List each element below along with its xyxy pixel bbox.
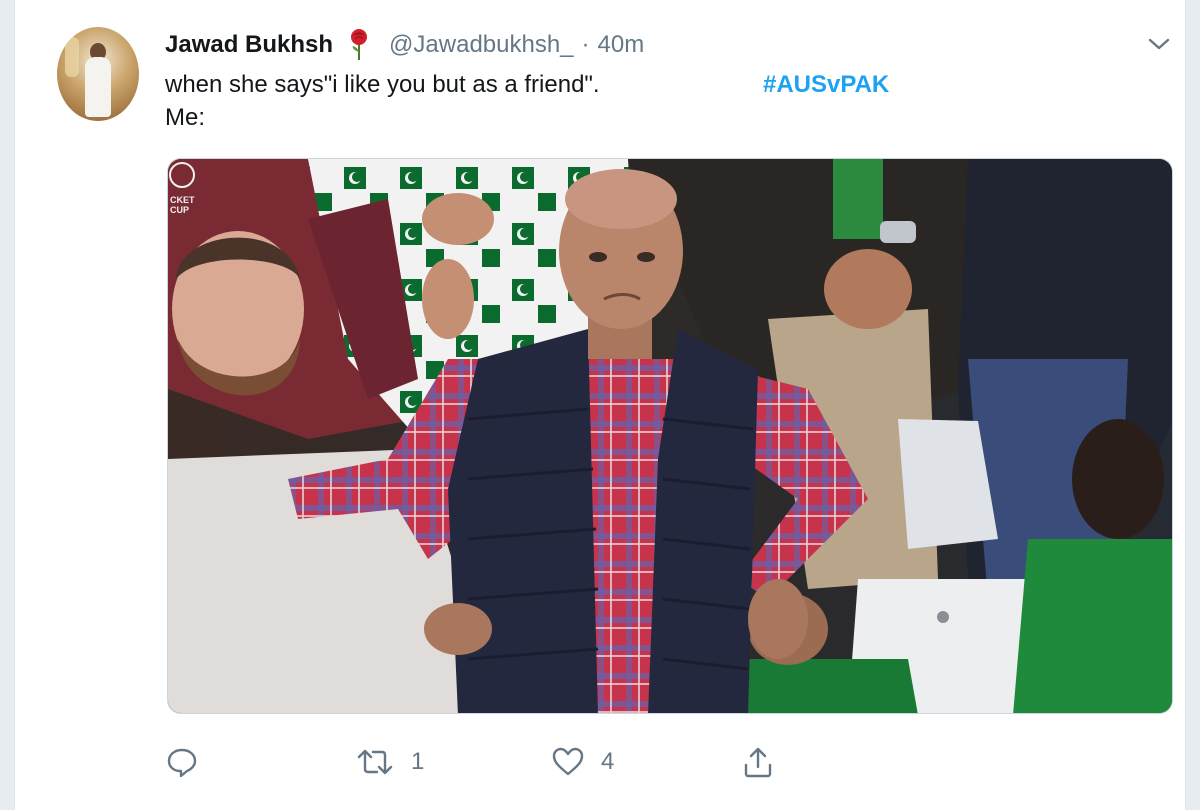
tweet-text-line-1: when she says"i like you but as a friend… [165,71,600,98]
like-button[interactable]: 4 [551,742,614,782]
tweet-timestamp[interactable]: 40m [598,31,645,59]
like-count: 4 [601,748,615,775]
share-button[interactable] [741,742,775,782]
retweet-count: 1 [411,748,425,775]
page-background: Jawad Bukhsh @Jawadbukhsh_ · 40m when sh… [0,0,1200,810]
reply-button[interactable] [165,742,215,782]
avatar-figure [85,57,111,117]
heart-icon [551,745,585,779]
tweet-card[interactable]: Jawad Bukhsh @Jawadbukhsh_ · 40m when sh… [14,0,1186,810]
reply-icon [165,745,199,779]
user-handle[interactable]: @Jawadbukhsh_ [389,31,573,59]
tweet-actions: 1 4 [165,742,805,782]
hashtag-link[interactable]: #AUSvPAK [763,68,889,101]
avatar[interactable] [57,27,139,121]
media-corner-text-1: CKET [170,195,195,205]
chevron-down-icon[interactable] [1147,34,1171,54]
tweet-text-line-2: Me: [165,104,206,131]
tweet-photo[interactable]: CKET CUP [167,158,1173,714]
separator-dot: · [581,31,590,58]
avatar-lamp [65,37,79,77]
tweet-header: Jawad Bukhsh @Jawadbukhsh_ · 40m [165,28,644,62]
retweet-icon [355,745,395,779]
display-name[interactable]: Jawad Bukhsh [165,31,333,59]
rose-emoji-icon [347,28,371,62]
media-corner-text-2: CUP [170,205,189,215]
tweet-text: when she says"i like you but as a friend… [165,68,1165,134]
share-icon [741,745,775,779]
retweet-button[interactable]: 1 [355,742,424,782]
